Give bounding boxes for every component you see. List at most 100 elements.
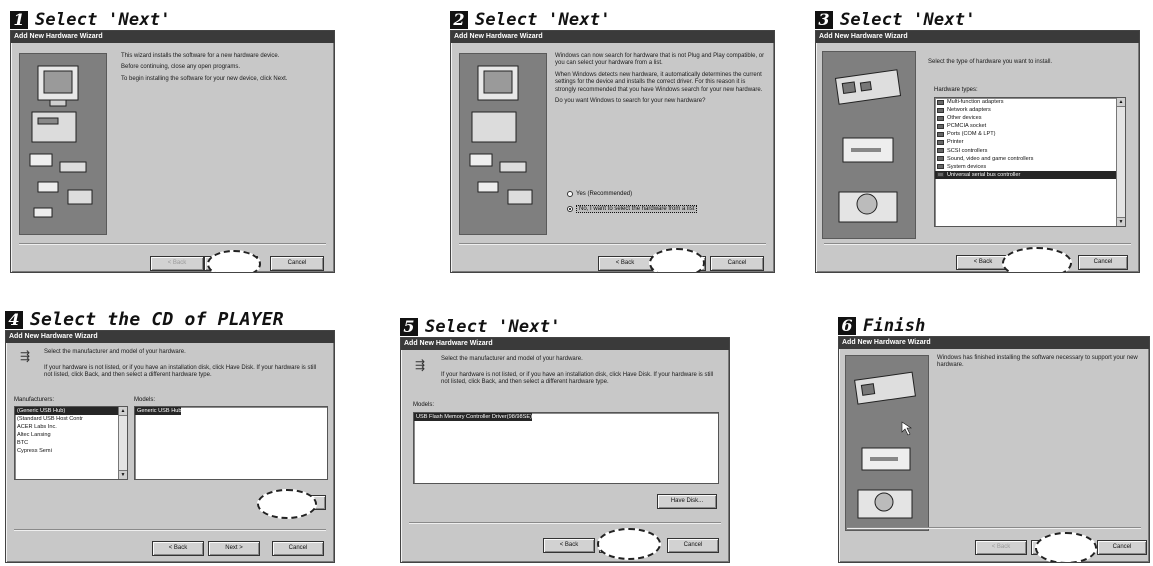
radio-button-icon bbox=[567, 206, 573, 212]
back-button[interactable]: < Back bbox=[543, 538, 595, 553]
manufacturers-list[interactable]: (Generic USB Hub) (Standard USB Host Con… bbox=[14, 406, 128, 480]
scroll-up-arrow-icon[interactable]: ▲ bbox=[119, 407, 127, 416]
next-highlight-marker bbox=[207, 250, 261, 272]
window-title: Add New Hardware Wizard bbox=[451, 31, 774, 43]
list-item[interactable]: Other devices bbox=[935, 114, 1125, 122]
device-icon bbox=[937, 164, 944, 170]
list-scrollbar[interactable]: ▲ ▼ bbox=[118, 407, 127, 479]
scroll-up-arrow-icon[interactable]: ▲ bbox=[1117, 98, 1125, 107]
wizard-window: Add New Hardware Wizard ⇶ Select the man… bbox=[400, 337, 730, 563]
paragraph: To begin installing the software for you… bbox=[121, 75, 288, 82]
step-number: 1 bbox=[10, 11, 28, 29]
step-1-panel: 1 Select 'Next' Add New Hardware Wizard … bbox=[10, 7, 335, 273]
step-2-header: 2 Select 'Next' bbox=[450, 7, 611, 29]
next-highlight-marker bbox=[649, 248, 705, 272]
list-item[interactable]: BTC bbox=[15, 439, 127, 447]
step-3-header: 3 Select 'Next' bbox=[815, 7, 976, 29]
paragraph: When Windows detects new hardware, it au… bbox=[555, 71, 763, 93]
list-item-selected[interactable]: Generic USB Hub bbox=[135, 407, 182, 416]
step-number: 2 bbox=[450, 11, 468, 29]
info-text: If your hardware is not listed, or if yo… bbox=[44, 365, 317, 379]
step-label: Select 'Next' bbox=[475, 10, 611, 30]
hardware-types-list[interactable]: Multi-function adapters Network adapters… bbox=[934, 97, 1126, 227]
back-button[interactable]: < Back bbox=[152, 541, 204, 556]
separator bbox=[847, 527, 1141, 529]
device-icon bbox=[937, 99, 944, 105]
window-title: Add New Hardware Wizard bbox=[816, 31, 1139, 43]
window-title: Add New Hardware Wizard bbox=[401, 338, 729, 350]
next-button[interactable]: Next > bbox=[208, 541, 260, 556]
step-number: 4 bbox=[5, 311, 23, 329]
list-item[interactable]: Ports (COM & LPT) bbox=[935, 130, 1125, 138]
models-label: Models: bbox=[413, 402, 435, 408]
device-icon bbox=[937, 139, 944, 145]
hardware-types-label: Hardware types: bbox=[934, 87, 978, 93]
step-number: 6 bbox=[838, 317, 856, 335]
back-button[interactable]: < Back bbox=[150, 256, 204, 271]
list-item[interactable]: SCSI controllers bbox=[935, 147, 1125, 155]
back-button[interactable]: < Back bbox=[975, 540, 1027, 555]
paragraph: Before continuing, close any open progra… bbox=[121, 64, 241, 71]
have-disk-highlight-marker bbox=[257, 489, 317, 519]
usb-icon: ⇶ bbox=[20, 349, 31, 363]
list-item[interactable]: Altec Lansing bbox=[15, 431, 127, 439]
step-4-header: 4 Select the CD of PLAYER bbox=[5, 307, 284, 329]
cancel-button[interactable]: Cancel bbox=[272, 541, 324, 556]
list-item[interactable]: Cypress Semi bbox=[15, 447, 127, 455]
list-item-selected[interactable]: Universal serial bus controller bbox=[935, 170, 1125, 179]
list-item[interactable]: Network adapters bbox=[935, 106, 1125, 114]
list-item-selected[interactable]: (Generic USB Hub) bbox=[15, 407, 127, 416]
list-item[interactable]: Printer bbox=[935, 138, 1125, 146]
cancel-button[interactable]: Cancel bbox=[270, 256, 324, 271]
finish-message: Windows has finished installing the soft… bbox=[937, 355, 1138, 369]
step-5-header: 5 Select 'Next' bbox=[400, 314, 561, 336]
cancel-button[interactable]: Cancel bbox=[1097, 540, 1147, 555]
step-number: 5 bbox=[400, 318, 418, 336]
back-button[interactable]: < Back bbox=[598, 256, 652, 271]
list-item[interactable]: PCMCIA socket bbox=[935, 122, 1125, 130]
models-label: Models: bbox=[134, 397, 156, 403]
list-scrollbar[interactable]: ▲ ▼ bbox=[1116, 98, 1125, 226]
list-item[interactable]: (Standard USB Host Contr bbox=[15, 415, 127, 423]
list-item-selected[interactable]: USB Flash Memory Controller Driver(98/98… bbox=[414, 413, 532, 422]
instruction-text: Select the type of hardware you want to … bbox=[928, 59, 1053, 65]
wizard-window: Add New Hardware Wizard This wizard inst… bbox=[10, 30, 335, 273]
models-list[interactable]: USB Flash Memory Controller Driver(98/98… bbox=[413, 412, 719, 484]
hardware-illustration bbox=[459, 53, 547, 235]
models-list[interactable]: Generic USB Hub bbox=[134, 406, 328, 480]
list-item[interactable]: Multi-function adapters bbox=[935, 98, 1125, 106]
wizard-text: This wizard installs the software for a … bbox=[121, 53, 311, 87]
scroll-down-arrow-icon[interactable]: ▼ bbox=[119, 470, 127, 479]
instruction-text: Select the manufacturer and model of you… bbox=[441, 356, 583, 362]
cancel-button[interactable]: Cancel bbox=[667, 538, 719, 553]
wizard-window: Add New Hardware Wizard Windows can now … bbox=[450, 30, 775, 273]
list-item[interactable]: ACER Labs Inc. bbox=[15, 423, 127, 431]
window-title: Add New Hardware Wizard bbox=[839, 337, 1149, 349]
instruction-text: Select the manufacturer and model of you… bbox=[44, 349, 186, 355]
device-icon bbox=[937, 148, 944, 154]
step-6-header: 6 Finish bbox=[838, 313, 926, 335]
scroll-down-arrow-icon[interactable]: ▼ bbox=[1117, 217, 1125, 226]
step-6-panel: 6 Finish Add New Hardware Wizard Windows… bbox=[838, 313, 1150, 563]
device-icon bbox=[937, 123, 944, 129]
wizard-window: Add New Hardware Wizard ⇶ Select the man… bbox=[5, 330, 335, 563]
step-label: Finish bbox=[863, 316, 926, 336]
window-title: Add New Hardware Wizard bbox=[11, 31, 334, 43]
manufacturers-label: Manufacturers: bbox=[14, 397, 55, 403]
hardware-illustration bbox=[822, 51, 916, 239]
have-disk-button[interactable]: Have Disk... bbox=[657, 494, 717, 509]
cancel-button[interactable]: Cancel bbox=[1078, 255, 1128, 270]
separator bbox=[459, 243, 766, 245]
wizard-window: Add New Hardware Wizard Select the type … bbox=[815, 30, 1140, 273]
paragraph: Windows can now search for hardware that… bbox=[555, 53, 765, 67]
list-item[interactable]: System devices bbox=[935, 163, 1125, 171]
step-label: Select the CD of PLAYER bbox=[30, 309, 284, 330]
radio-label: Yes (Recommended) bbox=[576, 191, 633, 197]
radio-button-icon bbox=[567, 191, 573, 197]
list-item[interactable]: Sound, video and game controllers bbox=[935, 155, 1125, 163]
cancel-button[interactable]: Cancel bbox=[710, 256, 764, 271]
hardware-illustration bbox=[19, 53, 107, 235]
radio-yes-recommended[interactable]: Yes (Recommended) bbox=[567, 191, 632, 197]
radio-select-from-list[interactable]: No, I want to select the hardware from a… bbox=[567, 205, 698, 213]
separator bbox=[409, 522, 721, 524]
